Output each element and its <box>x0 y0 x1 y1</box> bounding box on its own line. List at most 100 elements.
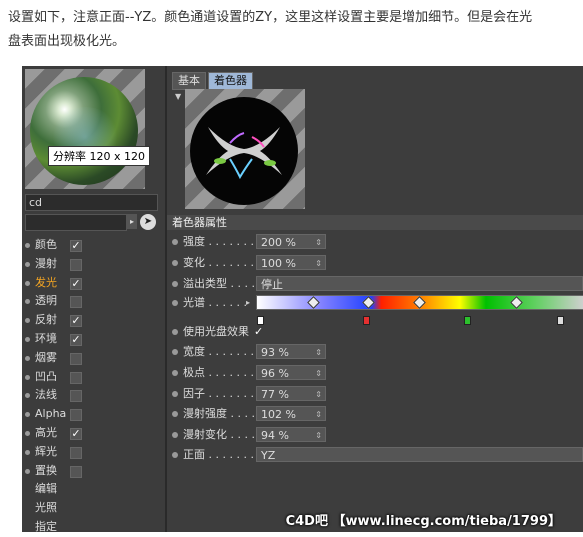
channel-dot-icon <box>25 336 30 342</box>
channel-checkbox[interactable] <box>70 446 82 459</box>
diffuse-change-field[interactable]: 94 % ⇕ <box>256 427 326 442</box>
spinner-icon: ⇕ <box>315 431 322 440</box>
channel-checkbox[interactable] <box>70 296 82 309</box>
channel-environment[interactable]: 环境 ✓ <box>25 330 165 349</box>
channel-checkbox[interactable]: ✓ <box>70 277 82 290</box>
channel-displacement[interactable]: 置换 <box>25 462 165 481</box>
change-field[interactable]: 100 % ⇕ <box>256 255 326 270</box>
front-select[interactable]: YZ <box>256 447 583 462</box>
prop-change: 变化 . . . . . . . 100 % ⇕ <box>172 254 583 272</box>
channel-checkbox[interactable] <box>70 409 82 422</box>
channel-dot-icon <box>25 261 30 267</box>
gradient-knot[interactable] <box>307 296 320 309</box>
preview-sphere <box>30 77 138 185</box>
channel-checkbox[interactable] <box>70 465 82 478</box>
prop-front: 正面 . . . . . . . YZ <box>172 446 583 464</box>
channel-dot-icon <box>25 318 30 324</box>
keyframe-dot-icon[interactable] <box>172 260 178 266</box>
material-name-field[interactable]: cd <box>25 194 158 211</box>
channel-checkbox[interactable] <box>70 390 82 403</box>
diffuse-strength-field[interactable]: 102 % ⇕ <box>256 406 326 421</box>
channel-dot-icon <box>25 449 30 455</box>
shader-properties-header: 着色器属性 <box>167 215 583 230</box>
keyframe-dot-icon[interactable] <box>172 281 178 287</box>
resolution-tooltip: 分辨率 120 x 120 <box>48 146 150 166</box>
channel-dot-icon <box>25 374 30 380</box>
channel-dot-icon <box>25 430 30 436</box>
channel-checkbox[interactable]: ✓ <box>70 240 82 252</box>
material-preview[interactable] <box>25 69 145 189</box>
gradient-knot[interactable] <box>413 296 426 309</box>
gradient-knot[interactable] <box>510 296 523 309</box>
channel-checkbox[interactable]: ✓ <box>70 333 82 346</box>
spinner-icon: ⇕ <box>315 238 322 247</box>
prop-width: 宽度 . . . . . . . 93 % ⇕ <box>172 343 583 361</box>
channel-dot-icon <box>25 299 30 305</box>
play-arrow-icon[interactable]: ▸ <box>127 214 137 229</box>
collapse-triangle-icon[interactable]: ▼ <box>175 92 181 101</box>
channel-alpha[interactable]: Alpha <box>25 405 165 424</box>
intro-line-1: 设置如下，注意正面--YZ。颜色通道设置的ZY，这里这样设置主要是增加细节。但是… <box>8 10 533 25</box>
tab-shader[interactable]: 着色器 <box>208 72 253 90</box>
channel-checkbox[interactable]: ✓ <box>70 427 82 440</box>
channel-bump[interactable]: 凹凸 <box>25 368 165 387</box>
keyframe-dot-icon[interactable] <box>172 300 178 306</box>
channel-dot-icon <box>25 280 30 286</box>
keyframe-dot-icon[interactable] <box>172 370 178 376</box>
keyframe-dot-icon[interactable] <box>172 411 178 417</box>
prop-diffuse-change: 漫射变化 . . . . 94 % ⇕ <box>172 426 583 444</box>
keyframe-dot-icon[interactable] <box>172 329 178 335</box>
prop-use-disc: 使用光盘效果 ✓ <box>172 323 583 341</box>
channel-luminance[interactable]: 发光 ✓ <box>25 274 165 293</box>
right-panel: 基本 着色器 ▼ 着色器属性 强度 . . . . . . . 200 % ⇕ … <box>167 66 583 532</box>
spinner-icon: ⇕ <box>315 390 322 399</box>
spinner-icon: ⇕ <box>315 348 322 357</box>
prop-factor: 因子 . . . . . . . 77 % ⇕ <box>172 385 583 403</box>
keyframe-dot-icon[interactable] <box>172 432 178 438</box>
channel-checkbox[interactable] <box>70 258 82 271</box>
expand-arrow-icon[interactable]: ▸ <box>246 294 250 312</box>
channel-color[interactable]: 颜色 ✓ <box>25 236 165 255</box>
prop-strength: 强度 . . . . . . . 200 % ⇕ <box>172 233 583 251</box>
keyframe-dot-icon[interactable] <box>172 391 178 397</box>
channel-reflection[interactable]: 反射 ✓ <box>25 311 165 330</box>
channel-normal[interactable]: 法线 <box>25 386 165 405</box>
channel-dot-icon <box>25 243 30 248</box>
keyframe-dot-icon[interactable] <box>172 349 178 355</box>
overflow-type-select[interactable]: 停止 <box>256 276 583 291</box>
channel-diffuse[interactable]: 漫射 <box>25 255 165 274</box>
prop-overflow-type: 溢出类型 . . . . 停止 <box>172 275 583 293</box>
channel-checkbox[interactable]: ✓ <box>70 315 82 328</box>
channel-fog[interactable]: 烟雾 <box>25 349 165 368</box>
material-editor: 分辨率 120 x 120 cd ▸ ➤ 颜色 ✓ 漫射 发光 ✓ 透明 反射 ✓ 环… <box>22 66 583 533</box>
spinner-icon: ⇕ <box>315 259 322 268</box>
use-disc-checkbox[interactable]: ✓ <box>254 323 263 341</box>
channel-search-input[interactable] <box>25 214 127 231</box>
gradient-knot[interactable] <box>362 296 375 309</box>
pole-field[interactable]: 96 % ⇕ <box>256 365 326 380</box>
shader-sphere <box>190 97 298 205</box>
watermark: C4D吧 【www.linecg.com/tieba/1799】 <box>285 514 561 529</box>
channel-dot-icon <box>25 355 30 361</box>
keyframe-dot-icon[interactable] <box>172 239 178 245</box>
shader-sphere-highlights <box>206 127 282 180</box>
channel-checkbox[interactable] <box>70 352 82 365</box>
factor-field[interactable]: 77 % ⇕ <box>256 386 326 401</box>
channel-specular[interactable]: 高光 ✓ <box>25 424 165 443</box>
intro-text: 设置如下，注意正面--YZ。颜色通道设置的ZY，这里这样设置主要是增加细节。但是… <box>8 6 583 54</box>
channel-dot-icon <box>25 393 30 399</box>
pointer-icon[interactable]: ➤ <box>140 214 156 230</box>
channel-dot-icon <box>25 468 30 474</box>
tab-basic[interactable]: 基本 <box>172 72 206 90</box>
channel-transparency[interactable]: 透明 <box>25 292 165 311</box>
channel-checkbox[interactable] <box>70 371 82 384</box>
spinner-icon: ⇕ <box>315 410 322 419</box>
strength-field[interactable]: 200 % ⇕ <box>256 234 326 249</box>
spinner-icon: ⇕ <box>315 369 322 378</box>
channel-editor[interactable]: 编辑 <box>25 480 165 499</box>
width-field[interactable]: 93 % ⇕ <box>256 344 326 359</box>
spectrum-gradient[interactable] <box>256 295 583 325</box>
intro-line-2: 盘表面出现极化光。 <box>8 34 126 49</box>
channel-glow[interactable]: 辉光 <box>25 443 165 462</box>
keyframe-dot-icon[interactable] <box>172 452 178 458</box>
